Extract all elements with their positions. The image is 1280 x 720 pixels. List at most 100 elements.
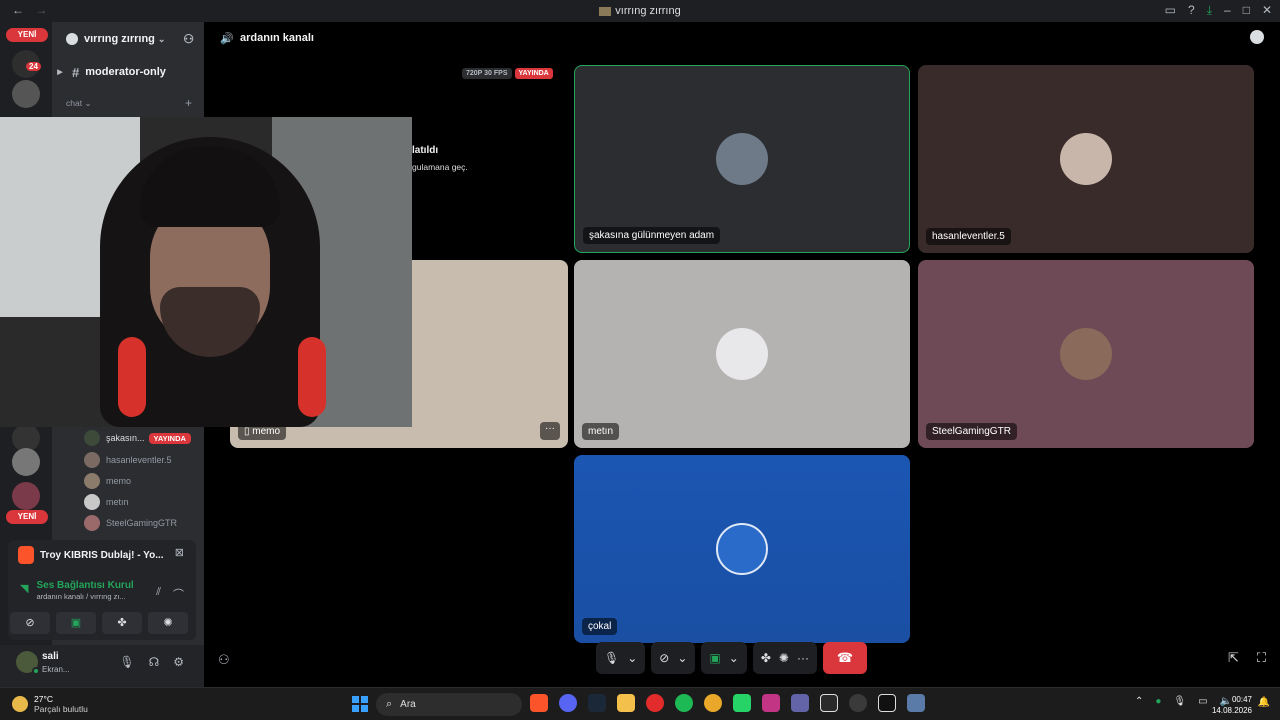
file-explorer-icon[interactable] — [617, 694, 635, 712]
video-tile[interactable]: metın — [574, 260, 910, 448]
chevron-down-icon[interactable]: ⌄ — [627, 651, 637, 665]
chevron-down-icon[interactable]: ⌄ — [677, 651, 687, 665]
camera-off-icon[interactable]: ⊘ — [659, 651, 669, 665]
more-options-icon[interactable]: ··· — [797, 651, 809, 665]
voice-user[interactable]: hasanleventler.5 — [84, 450, 172, 470]
opera-icon[interactable] — [646, 694, 664, 712]
chrome-icon[interactable] — [704, 694, 722, 712]
webcam-overlay — [0, 117, 412, 427]
signal-icon: ◥ — [20, 583, 29, 595]
weather-widget[interactable]: 27°C Parçalı bulutlu — [12, 694, 88, 714]
pop-out-icon[interactable]: ⇱ — [1228, 650, 1239, 666]
settings-gear-icon[interactable]: ⚙ — [173, 655, 184, 669]
disconnect-icon[interactable]: ⌒ — [173, 586, 184, 602]
settings-icon[interactable] — [907, 694, 925, 712]
add-channel-icon[interactable]: + — [185, 96, 192, 110]
voice-user[interactable]: metın — [84, 492, 129, 512]
discord-icon[interactable] — [559, 694, 577, 712]
camera-control[interactable]: ⊘ ⌄ — [651, 642, 696, 674]
online-status-icon — [32, 667, 40, 675]
avatar — [716, 133, 768, 185]
server-icon-5[interactable] — [12, 482, 40, 510]
voice-user[interactable]: memo — [84, 471, 131, 491]
soundboard-icon[interactable]: ✺ — [779, 651, 789, 665]
screen-share-button[interactable]: ▣ — [56, 612, 96, 634]
video-tile[interactable]: hasanleventler.5 — [918, 65, 1254, 253]
xbox-icon[interactable] — [878, 694, 896, 712]
hang-up-button[interactable]: ☎ — [822, 642, 867, 674]
activity-panel: Troy KIBRIS Dublaj! - Yo... ⊠ ◥ Ses Bağl… — [8, 540, 196, 640]
microphone-icon[interactable]: 🎙 — [119, 655, 134, 669]
close-button[interactable]: ✕ — [1262, 3, 1272, 18]
obs-icon[interactable] — [849, 694, 867, 712]
video-tile[interactable]: çokal — [574, 455, 910, 643]
voice-user[interactable]: şakasın... YAYINDA — [84, 428, 191, 448]
fullscreen-icon[interactable]: ⛶ — [1257, 650, 1266, 666]
screen-share-icon[interactable]: ▣ — [709, 651, 720, 665]
download-icon[interactable]: ⤓ — [1207, 3, 1212, 18]
inbox-icon[interactable]: ▭ — [1165, 3, 1176, 18]
camera-off-button[interactable]: ⊘ — [10, 612, 50, 634]
spotify-icon[interactable] — [675, 694, 693, 712]
voice-user-name: şakasın... — [106, 433, 145, 443]
speaker-icon: 🔊 — [220, 33, 234, 45]
notification-bell-icon[interactable]: 🔔 — [1258, 697, 1270, 708]
voice-user-name: hasanleventler.5 — [106, 455, 172, 465]
connection-actions: ⫽ ⌒ — [156, 586, 184, 602]
add-activity-icon[interactable]: ⚇ — [218, 652, 230, 668]
audio-app-icon[interactable] — [820, 694, 838, 712]
taskbar-search[interactable]: ⌕ Ara — [376, 693, 522, 716]
steam-icon[interactable] — [588, 694, 606, 712]
voice-user-name: metın — [106, 497, 129, 507]
screen-share-control[interactable]: ▣ ⌄ — [701, 642, 747, 674]
brave-icon — [18, 546, 34, 564]
headphones-icon[interactable]: ☊ — [149, 655, 160, 669]
channel-moderator-only[interactable]: ▶ # moderator-only — [52, 60, 204, 84]
brave-icon[interactable] — [530, 694, 548, 712]
user-status: Ekran... — [42, 665, 70, 674]
network-icon[interactable]: ▭ — [1198, 696, 1207, 707]
soundboard-button[interactable]: ✺ — [148, 612, 188, 634]
category-chat[interactable]: chat ⌄ — [66, 98, 92, 109]
stop-share-icon[interactable]: ⊠ — [175, 546, 184, 559]
mic-control[interactable]: 🎙 ⌄ — [596, 642, 646, 674]
activities-icon[interactable]: ✤ — [761, 651, 771, 665]
invite-icon[interactable]: ⚇ — [183, 32, 194, 46]
video-tile[interactable]: şakasına gülünmeyen adam — [574, 65, 910, 253]
video-tile[interactable]: SteelGamingGTR — [918, 260, 1254, 448]
teams-icon[interactable] — [791, 694, 809, 712]
clock[interactable]: 00:47 14.08.2026 — [1212, 694, 1252, 716]
chat-icon[interactable] — [1250, 30, 1264, 44]
more-options-icon[interactable]: ··· — [540, 422, 560, 440]
start-button[interactable] — [352, 696, 368, 712]
whatsapp-icon[interactable] — [733, 694, 751, 712]
taskbar: 27°C Parçalı bulutlu ⌕ Ara ⌃ ● 🎙 ▭ 🔈 00:4… — [0, 687, 1280, 720]
voice-user[interactable]: SteelGamingGTR — [84, 513, 177, 533]
activity-app[interactable]: Troy KIBRIS Dublaj! - Yo... — [18, 546, 164, 564]
server-icon-4[interactable] — [12, 448, 40, 476]
search-label: Ara — [400, 699, 416, 710]
server-icon-2[interactable] — [12, 80, 40, 108]
new-badge-bottom: YENİ — [6, 510, 48, 524]
connection-location[interactable]: ardanın kanalı / vırrıng zı... — [36, 592, 133, 601]
voice-user-name: memo — [106, 476, 132, 486]
activities-button[interactable]: ✤ — [102, 612, 142, 634]
noise-suppression-icon[interactable]: ⫽ — [156, 586, 161, 602]
microphone-icon[interactable]: 🎙 — [1173, 696, 1186, 707]
maximize-button[interactable]: □ — [1243, 3, 1250, 18]
stream-meta: 720P 30 FPS YAYINDA — [462, 68, 553, 79]
more-controls: ✤ ✺ ··· — [752, 642, 817, 674]
chevron-down-icon[interactable]: ⌄ — [729, 651, 739, 665]
status-dot-icon[interactable]: ● — [1155, 696, 1161, 707]
microphone-icon[interactable]: 🎙 — [604, 651, 619, 665]
help-icon[interactable]: ? — [1188, 3, 1195, 18]
stream-notice-subtitle: gulamana geç. — [412, 162, 468, 172]
guild-header[interactable]: vırrıng zırrıng ⌄ ⚇ — [52, 22, 204, 56]
notification-count: 24 — [26, 62, 41, 71]
instagram-icon[interactable] — [762, 694, 780, 712]
avatar — [84, 430, 100, 446]
tile-user-name: SteelGamingGTR — [926, 423, 1017, 440]
voice-user-name: SteelGamingGTR — [106, 518, 178, 528]
minimize-button[interactable]: – — [1224, 3, 1231, 18]
chevron-up-icon[interactable]: ⌃ — [1135, 696, 1143, 707]
